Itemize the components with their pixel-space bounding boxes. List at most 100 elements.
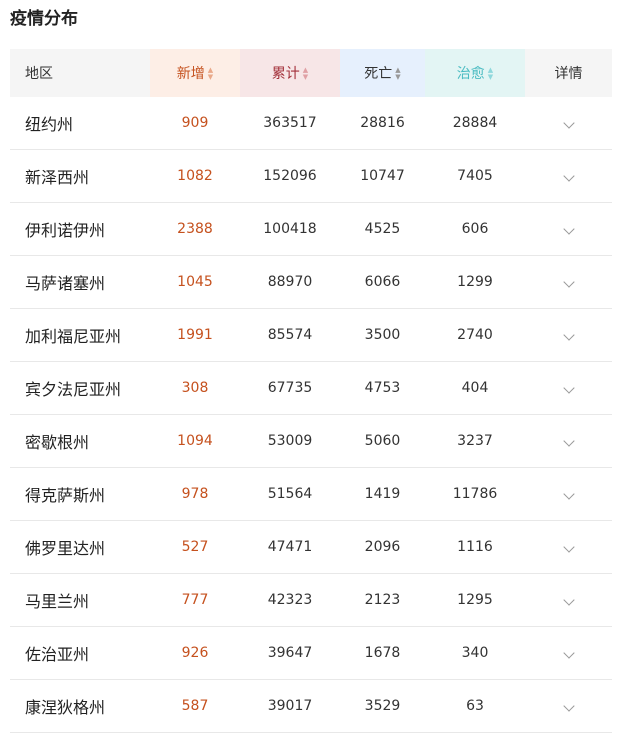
sort-icon[interactable]: ▲ ▼	[208, 67, 213, 81]
total-cell: 85574	[240, 308, 340, 362]
total-cell: 67735	[240, 361, 340, 415]
add-cell: 2388	[150, 202, 240, 256]
detail-toggle[interactable]	[525, 361, 612, 415]
header-death[interactable]: 死亡 ▲ ▼	[340, 49, 425, 97]
chevron-down-icon[interactable]	[562, 276, 575, 288]
detail-toggle[interactable]	[525, 414, 612, 468]
table-row[interactable]: 佐治亚州 926 39647 1678 340	[10, 626, 612, 680]
total-cell: 39647	[240, 626, 340, 680]
death-cell: 1678	[340, 626, 425, 680]
death-cell: 4525	[340, 202, 425, 256]
chevron-down-icon[interactable]	[562, 594, 575, 606]
add-cell: 909	[150, 97, 240, 150]
total-cell: 152096	[240, 149, 340, 203]
cured-cell: 63	[425, 679, 525, 733]
header-add[interactable]: 新增 ▲ ▼	[150, 49, 240, 97]
sort-icon[interactable]: ▲ ▼	[395, 67, 400, 81]
chevron-down-icon[interactable]	[562, 329, 575, 341]
table-row[interactable]: 新泽西州 1082 152096 10747 7405	[10, 149, 612, 203]
header-total-label: 累计	[271, 66, 300, 82]
region-cell: 马萨诸塞州	[10, 255, 150, 309]
detail-toggle[interactable]	[525, 573, 612, 627]
detail-toggle[interactable]	[525, 255, 612, 309]
total-cell: 100418	[240, 202, 340, 256]
cured-cell: 28884	[425, 97, 525, 150]
table-row[interactable]: 加利福尼亚州 1991 85574 3500 2740	[10, 308, 612, 362]
region-cell: 密歇根州	[10, 414, 150, 468]
chevron-down-icon[interactable]	[562, 435, 575, 447]
add-cell: 1094	[150, 414, 240, 468]
region-cell: 新泽西州	[10, 149, 150, 203]
death-cell: 1419	[340, 467, 425, 521]
detail-toggle[interactable]	[525, 97, 612, 150]
death-cell: 6066	[340, 255, 425, 309]
add-cell: 1082	[150, 149, 240, 203]
region-cell: 康涅狄格州	[10, 679, 150, 733]
table-row[interactable]: 马萨诸塞州 1045 88970 6066 1299	[10, 255, 612, 309]
detail-toggle[interactable]	[525, 149, 612, 203]
total-cell: 51564	[240, 467, 340, 521]
add-cell: 777	[150, 573, 240, 627]
cured-cell: 7405	[425, 149, 525, 203]
cured-cell: 1295	[425, 573, 525, 627]
region-cell: 得克萨斯州	[10, 467, 150, 521]
total-cell: 39017	[240, 679, 340, 733]
add-cell: 1991	[150, 308, 240, 362]
table-row[interactable]: 宾夕法尼亚州 308 67735 4753 404	[10, 361, 612, 415]
death-cell: 10747	[340, 149, 425, 203]
region-cell: 佐治亚州	[10, 626, 150, 680]
header-total[interactable]: 累计 ▲ ▼	[240, 49, 340, 97]
header-cured[interactable]: 治愈 ▲ ▼	[425, 49, 525, 97]
add-cell: 1045	[150, 255, 240, 309]
region-cell: 宾夕法尼亚州	[10, 361, 150, 415]
header-add-label: 新增	[176, 66, 205, 82]
table-row[interactable]: 马里兰州 777 42323 2123 1295	[10, 573, 612, 627]
epidemic-table: 地区 新增 ▲ ▼ 累计 ▲ ▼ 死亡 ▲ ▼ 治愈 ▲ ▼ 详情 纽约州 909 363517…	[10, 49, 612, 733]
sort-icon[interactable]: ▲ ▼	[303, 67, 308, 81]
death-cell: 3529	[340, 679, 425, 733]
total-cell: 363517	[240, 97, 340, 150]
total-cell: 53009	[240, 414, 340, 468]
header-region: 地区	[10, 49, 150, 97]
add-cell: 587	[150, 679, 240, 733]
death-cell: 5060	[340, 414, 425, 468]
death-cell: 3500	[340, 308, 425, 362]
total-cell: 42323	[240, 573, 340, 627]
chevron-down-icon[interactable]	[562, 223, 575, 235]
death-cell: 28816	[340, 97, 425, 150]
table-row[interactable]: 密歇根州 1094 53009 5060 3237	[10, 414, 612, 468]
add-cell: 308	[150, 361, 240, 415]
death-cell: 2096	[340, 520, 425, 574]
table-row[interactable]: 纽约州 909 363517 28816 28884	[10, 97, 612, 150]
sort-icon[interactable]: ▲ ▼	[488, 67, 493, 81]
death-cell: 4753	[340, 361, 425, 415]
chevron-down-icon[interactable]	[562, 117, 575, 129]
table-row[interactable]: 得克萨斯州 978 51564 1419 11786	[10, 467, 612, 521]
chevron-down-icon[interactable]	[562, 700, 575, 712]
cured-cell: 3237	[425, 414, 525, 468]
region-cell: 马里兰州	[10, 573, 150, 627]
detail-toggle[interactable]	[525, 308, 612, 362]
chevron-down-icon[interactable]	[562, 170, 575, 182]
table-row[interactable]: 伊利诺伊州 2388 100418 4525 606	[10, 202, 612, 256]
total-cell: 47471	[240, 520, 340, 574]
region-cell: 纽约州	[10, 97, 150, 150]
table-row[interactable]: 康涅狄格州 587 39017 3529 63	[10, 679, 612, 733]
chevron-down-icon[interactable]	[562, 382, 575, 394]
page-title: 疫情分布	[10, 9, 78, 29]
death-cell: 2123	[340, 573, 425, 627]
chevron-down-icon[interactable]	[562, 541, 575, 553]
detail-toggle[interactable]	[525, 467, 612, 521]
table-row[interactable]: 佛罗里达州 527 47471 2096 1116	[10, 520, 612, 574]
cured-cell: 11786	[425, 467, 525, 521]
detail-toggle[interactable]	[525, 520, 612, 574]
detail-toggle[interactable]	[525, 202, 612, 256]
cured-cell: 606	[425, 202, 525, 256]
detail-toggle[interactable]	[525, 626, 612, 680]
region-cell: 加利福尼亚州	[10, 308, 150, 362]
chevron-down-icon[interactable]	[562, 488, 575, 500]
chevron-down-icon[interactable]	[562, 647, 575, 659]
add-cell: 926	[150, 626, 240, 680]
cured-cell: 1299	[425, 255, 525, 309]
detail-toggle[interactable]	[525, 679, 612, 733]
